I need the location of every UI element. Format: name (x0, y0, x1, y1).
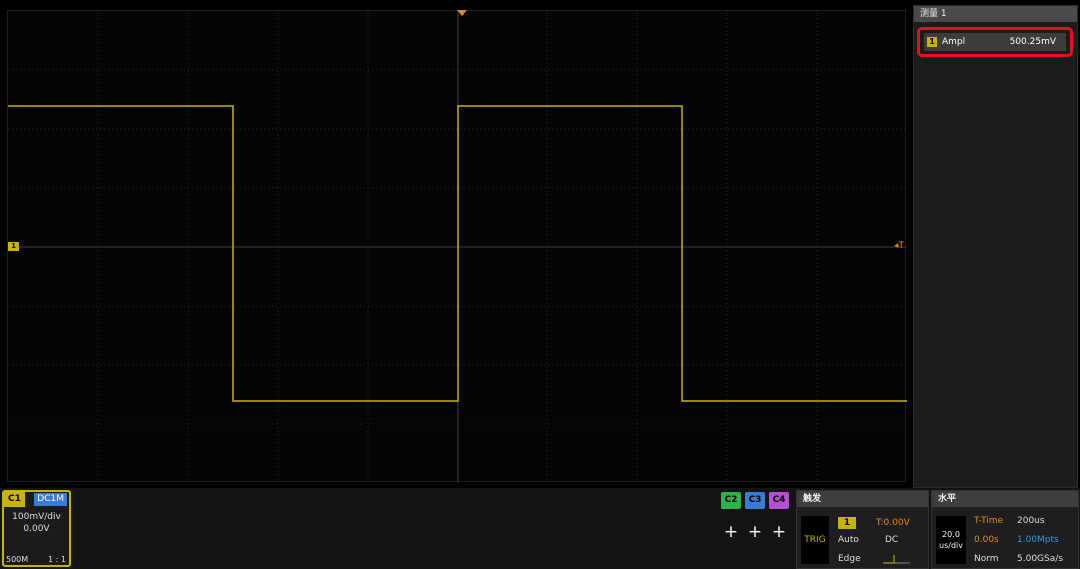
timebase-unit: us/div (939, 541, 963, 550)
trigger-position-marker[interactable] (457, 10, 467, 16)
ttime-value: 200us (1017, 516, 1045, 526)
ch1-square-waveform (8, 105, 907, 402)
waveform-display[interactable]: 1 ◂T (7, 10, 907, 483)
trigger-coupling: DC (885, 535, 899, 545)
timebase-display: 20.0 us/div (936, 516, 966, 564)
channel3-button[interactable]: C3 (745, 492, 765, 509)
trigger-mode: Auto (838, 535, 859, 545)
channel3-add-button[interactable]: + (745, 522, 765, 542)
memory-depth: 1.00Mpts (1017, 535, 1059, 545)
measurement-value: 500.25mV (1009, 37, 1056, 47)
edge-slope-icon (883, 555, 910, 564)
ttime-label: T-Time (974, 516, 1004, 526)
channel2-add-button[interactable]: + (721, 522, 741, 542)
channel1-label: C1 (4, 492, 25, 507)
sample-rate: 5.00GSa/s (1017, 554, 1063, 564)
channel4-add-button[interactable]: + (769, 522, 789, 542)
measurement-channel-badge: 1 (927, 37, 937, 47)
trigger-panel[interactable]: 触发 TRIG 1 T:0.00V Auto DC Edge (796, 490, 929, 569)
ch1-offset-marker[interactable]: 1 (8, 242, 19, 251)
measure-panel: 测量 1 1 Ampl 500.25mV (913, 5, 1078, 488)
trigger-type: Edge (838, 554, 861, 564)
trigger-state: TRIG (801, 516, 829, 564)
trigger-level-marker[interactable]: ◂T (894, 241, 904, 251)
channel1-scale: 100mV/div (12, 512, 61, 522)
trigger-panel-title: 触发 (797, 491, 928, 507)
bottom-status-bar: C1 DC1M 100mV/div 0.00V 500M 1 : 1 C2 C3… (0, 488, 1080, 569)
horizontal-panel[interactable]: 水平 20.0 us/div T-Time 200us 0.00s 1.00Mp… (931, 490, 1079, 569)
measure-panel-title: 测量 1 (914, 6, 1077, 22)
channel4-button[interactable]: C4 (769, 492, 789, 509)
channel1-settings[interactable]: C1 DC1M 100mV/div 0.00V 500M 1 : 1 (2, 490, 71, 567)
measurement-name: Ampl (942, 37, 966, 47)
horizontal-delay: 0.00s (974, 535, 999, 545)
timebase-value: 20.0 (942, 530, 960, 539)
trigger-level: T:0.00V (876, 518, 910, 528)
measurement-item-ampl[interactable]: 1 Ampl 500.25mV (917, 27, 1073, 57)
trigger-source-badge: 1 (838, 517, 856, 529)
acquisition-mode: Norm (974, 554, 999, 564)
channel1-coupling: DC1M (34, 493, 67, 506)
channel1-probe: 1 : 1 (48, 555, 66, 564)
graticule (8, 11, 907, 483)
channel1-bandwidth: 500M (6, 555, 29, 564)
channel1-offset: 0.00V (23, 524, 50, 534)
channel2-button[interactable]: C2 (721, 492, 741, 509)
horizontal-panel-title: 水平 (932, 491, 1078, 507)
